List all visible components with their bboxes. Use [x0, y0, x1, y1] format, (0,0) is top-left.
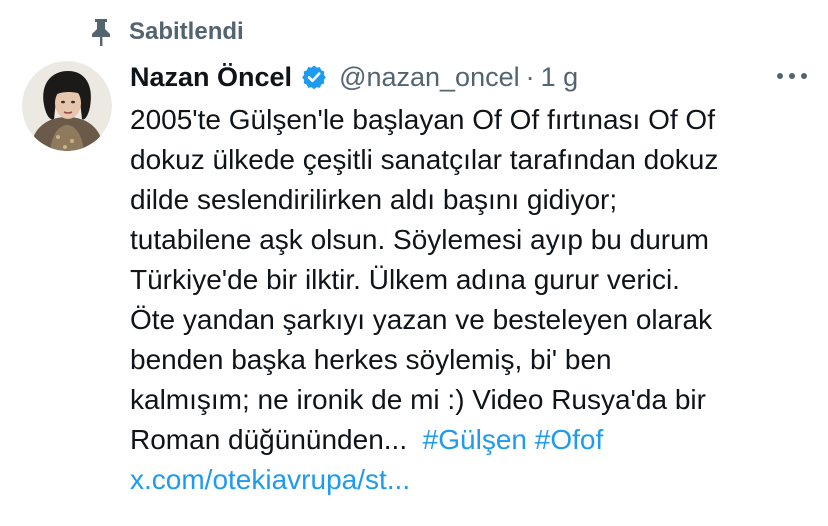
tweet-text-line: Roman düğününden...: [130, 424, 408, 455]
more-options-button[interactable]: [772, 64, 812, 88]
tweet-text-line: dokuz ülkede çeşitli sanatçılar tarafınd…: [130, 144, 719, 175]
more-dots-icon: [775, 67, 809, 85]
display-name[interactable]: Nazan Öncel: [130, 62, 292, 93]
tweet-text-line: dilde seslendirilirken aldı başını gidiy…: [130, 184, 618, 215]
verified-badge-icon[interactable]: [301, 64, 327, 90]
pinned-label: Sabitlendi: [129, 18, 244, 45]
tweet-header: Nazan Öncel @nazan_oncel · 1 g: [130, 58, 578, 96]
hashtag-link[interactable]: #Ofof: [535, 424, 603, 455]
external-url-link[interactable]: x.com/otekiavrupa/st...: [130, 464, 410, 495]
tweet-text: 2005'te Gülşen'le başlayan Of Of fırtına…: [130, 100, 820, 500]
hashtag-link[interactable]: #Gülşen: [423, 424, 527, 455]
user-handle[interactable]: @nazan_oncel: [339, 62, 520, 93]
timestamp[interactable]: 1 g: [541, 62, 579, 93]
tweet-text-line: benden başka herkes söylemiş, bi' ben: [130, 344, 612, 375]
tweet-text-last-line: Roman düğününden... #Gülşen #Ofof: [130, 420, 820, 460]
tweet-text-line: tutabilene aşk olsun. Söylemesi ayıp bu …: [130, 224, 709, 255]
tweet-text-line: Öte yandan şarkıyı yazan ve besteleyen o…: [130, 304, 713, 335]
pinned-indicator: Sabitlendi: [88, 16, 244, 48]
tweet-text-line: Türkiye'de bir ilktir. Ülkem adına gurur…: [130, 264, 680, 295]
tweet-text-line: 2005'te Gülşen'le başlayan Of Of fırtına…: [130, 104, 715, 135]
tweet-text-line: kalmışım; ne ironik de mi :) Video Rusya…: [130, 384, 706, 415]
pin-icon: [88, 16, 114, 48]
avatar[interactable]: [22, 61, 112, 151]
separator-dot: ·: [525, 61, 535, 92]
url-line: x.com/otekiavrupa/st...: [130, 460, 820, 500]
